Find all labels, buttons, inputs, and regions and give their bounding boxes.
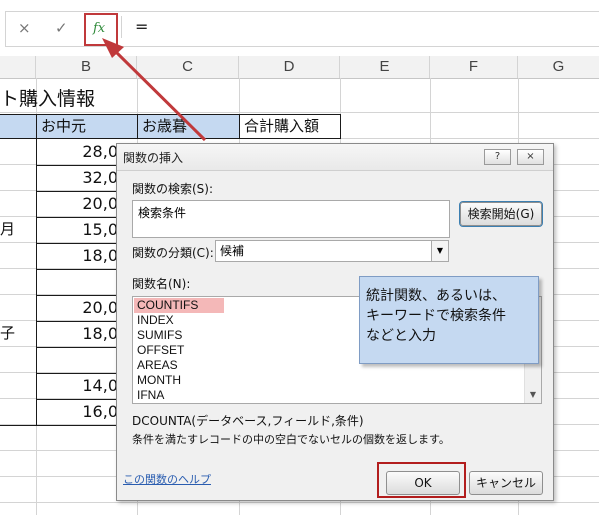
list-item[interactable]: SUMIFS [137,328,182,343]
list-item[interactable]: IFNA [137,388,164,403]
list-item[interactable]: OFFSET [137,343,184,358]
category-label: 関数の分類(C): [132,246,214,260]
ok-highlight-frame [377,462,466,498]
function-help-link[interactable]: この関数のヘルプ [123,471,211,487]
category-value: 候補 [220,244,245,258]
scroll-down-icon[interactable]: ▼ [525,387,541,403]
list-item[interactable]: INDEX [137,313,174,328]
list-item-selected[interactable]: COUNTIFS [137,298,198,313]
search-input[interactable]: 検索条件 [132,200,450,238]
help-button[interactable]: ? [484,149,511,165]
note-line: などと入力 [366,328,436,344]
function-description: 条件を満たすレコードの中の空白でないセルの個数を返します。 [132,433,450,446]
category-select[interactable]: 候補 ▼ [215,240,449,262]
dialog-title: 関数の挿入 [123,151,184,165]
dialog-titlebar[interactable]: 関数の挿入 ? × [117,144,553,171]
search-label: 関数の検索(S): [132,182,214,196]
note-line: キーワードで検索条件 [366,308,506,324]
note-line: 統計関数、あるいは、 [366,288,506,304]
chevron-down-icon[interactable]: ▼ [431,241,448,261]
search-start-button[interactable]: 検索開始(G) [459,201,543,227]
function-list-label: 関数名(N): [132,277,191,291]
cancel-button[interactable]: キャンセル [469,471,543,495]
annotation-note: 統計関数、あるいは、 キーワードで検索条件 などと入力 [359,276,539,364]
function-syntax: DCOUNTA(データベース,フィールド,条件) [132,414,364,428]
list-item[interactable]: MONTH [137,373,181,388]
list-item[interactable]: AREAS [137,358,178,373]
close-button[interactable]: × [517,149,544,165]
